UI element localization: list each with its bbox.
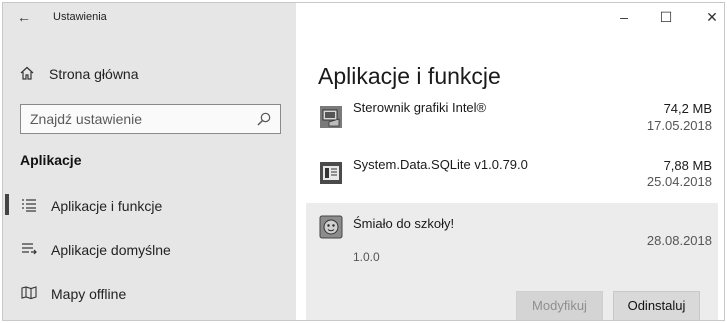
- app-list-item-selected[interactable]: Śmiało do szkoły! 1.0.0 28.08.2018 Modyf…: [306, 203, 718, 320]
- app-name: Sterownik grafiki Intel®: [353, 100, 487, 115]
- sidebar-item-apps-features[interactable]: Aplikacje i funkcje: [3, 193, 296, 223]
- app-version: 1.0.0: [353, 250, 380, 264]
- sidebar-item-label: Aplikacje i funkcje: [51, 198, 163, 214]
- intel-graphics-icon: [319, 105, 343, 129]
- sidebar-item-offline-maps[interactable]: Mapy offline: [3, 281, 296, 311]
- sidebar: ← Ustawienia Strona główna Aplikacje Apl…: [3, 3, 296, 320]
- window-controls: – ☐ ✕: [586, 3, 724, 33]
- game-app-icon: [319, 215, 343, 239]
- close-button[interactable]: ✕: [702, 9, 722, 26]
- sidebar-item-label: Aplikacje domyślne: [51, 242, 171, 258]
- sidebar-item-default-apps[interactable]: Aplikacje domyślne: [3, 237, 296, 267]
- settings-window: ← Ustawienia Strona główna Aplikacje Apl…: [2, 2, 725, 321]
- app-date: 17.05.2018: [646, 118, 712, 133]
- offline-maps-icon: [21, 285, 37, 301]
- default-apps-icon: [21, 241, 37, 257]
- uninstall-button[interactable]: Odinstaluj: [613, 291, 700, 320]
- window-title: Ustawienia: [53, 11, 107, 23]
- back-arrow-icon[interactable]: ←: [17, 9, 31, 25]
- installer-window-icon: [319, 161, 343, 185]
- section-title: Aplikacje: [20, 152, 82, 168]
- modify-button[interactable]: Modyfikuj: [516, 291, 603, 320]
- page-title: Aplikacje i funkcje: [318, 63, 501, 89]
- app-list-item[interactable]: Sterownik grafiki Intel® 74,2 MB 17.05.2…: [306, 97, 718, 145]
- search-field[interactable]: [20, 104, 281, 134]
- app-name: Śmiało do szkoły!: [353, 216, 455, 231]
- app-size: 74,2 MB: [663, 101, 712, 116]
- home-icon: [19, 65, 35, 81]
- selected-indicator: [5, 194, 9, 215]
- sidebar-item-label: Mapy offline: [51, 286, 127, 302]
- app-list-item[interactable]: System.Data.SQLite v1.0.79.0 7,88 MB 25.…: [306, 153, 718, 201]
- app-size: 7,88 MB: [663, 158, 712, 173]
- nav-home[interactable]: Strona główna: [3, 61, 296, 91]
- maximize-button[interactable]: ☐: [656, 9, 676, 26]
- app-date: 25.04.2018: [646, 174, 712, 189]
- apps-features-icon: [21, 197, 37, 213]
- main-panel: – ☐ ✕ Aplikacje i funkcje Sterownik graf…: [296, 3, 724, 320]
- minimize-button[interactable]: –: [614, 9, 634, 25]
- nav-home-label: Strona główna: [49, 66, 139, 82]
- title-bar-left: ← Ustawienia: [3, 3, 296, 33]
- app-date: 28.08.2018: [646, 233, 712, 248]
- search-icon[interactable]: [256, 111, 272, 127]
- search-input[interactable]: [21, 105, 249, 133]
- app-name: System.Data.SQLite v1.0.79.0: [353, 157, 528, 172]
